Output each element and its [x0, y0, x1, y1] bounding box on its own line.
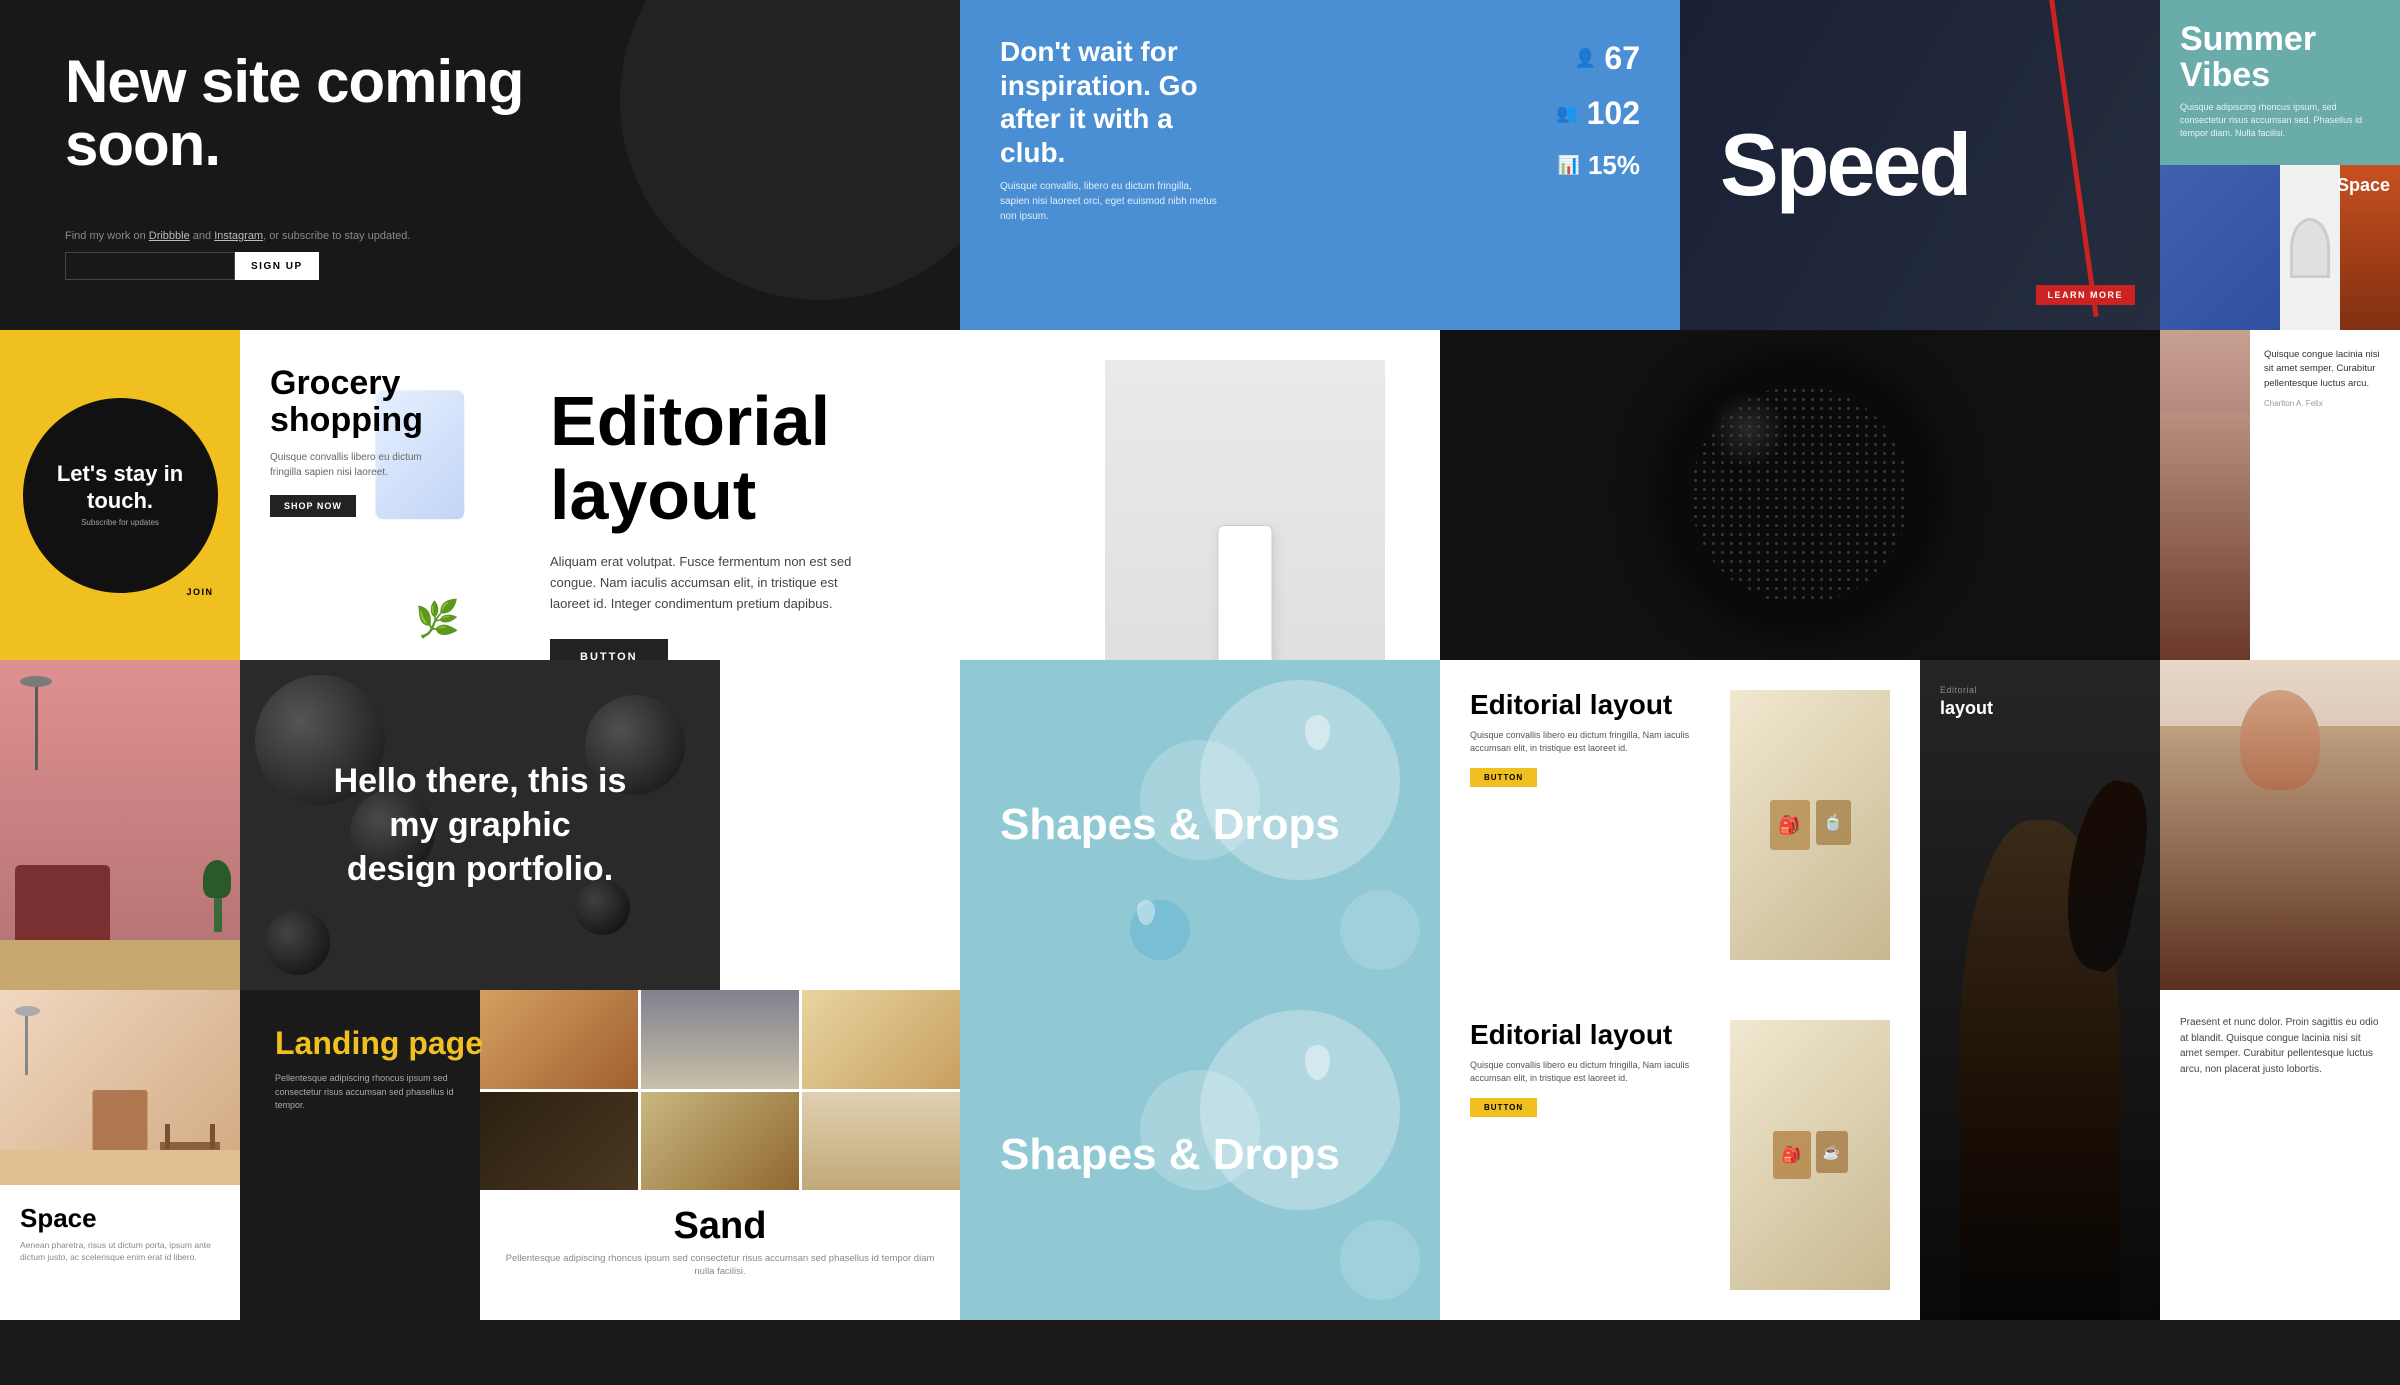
chart-icon: 📊 — [1558, 155, 1580, 176]
tile-space-rooms — [0, 660, 240, 990]
editorial-small-r4-heading: Editorial layout — [1470, 1020, 1715, 1051]
signup-button[interactable]: SIGN UP — [235, 252, 319, 280]
model-photo-big — [2160, 660, 2400, 990]
sand-photo-6 — [802, 1092, 960, 1191]
editorial-small-heading: Editorial layout — [1470, 690, 1715, 721]
stay-touch-heading: Let's stay in touch. — [43, 461, 198, 514]
person-icon: 👤 — [1574, 48, 1596, 69]
summer-vibes-body: Quisque adipiscing rhoncus ipsum, sed co… — [2180, 101, 2380, 139]
space-bottom-heading: Space — [20, 1203, 220, 1234]
shapes-drops-r4-heading: Shapes & Drops — [960, 1091, 1380, 1219]
bubble-small — [1340, 890, 1420, 970]
tile-model-dark: Editorial layout — [1920, 660, 2160, 1320]
model-quote-author: Charlton A. Felix — [2264, 399, 2386, 408]
find-text: Find my work on Dribbble and Instagram, … — [65, 230, 895, 242]
model-quote-area: Quisque congue lacinia nisi sit amet sem… — [2250, 330, 2400, 660]
editorial-small-r4-button[interactable]: BUTTON — [1470, 1098, 1537, 1117]
space-arch-label: Space — [2337, 175, 2390, 196]
tile-space-bottom-r4: Space Aenean pharetra, risus ut dictum p… — [0, 990, 240, 1320]
stat3: 15% — [1588, 150, 1640, 181]
pink-room-image — [0, 660, 240, 990]
tile-right-panel-r4: Praesent et nunc dolor. Proin sagittis e… — [2160, 990, 2400, 1320]
speaker-grill — [1670, 365, 1930, 625]
right-panel-body-text: Praesent et nunc dolor. Proin sagittis e… — [2180, 1015, 2380, 1077]
editorial-heading: Editorial layout — [550, 385, 910, 532]
tile-stay-touch: Let's stay in touch. Subscribe for updat… — [0, 330, 240, 660]
hello-there-heading: Hello there, this is my graphic design p… — [330, 759, 630, 892]
dont-wait-heading: Don't wait for inspiration. Go after it … — [1000, 35, 1240, 169]
tile-editorial-small-r4: Editorial layout Quisque convallis liber… — [1440, 990, 1920, 1320]
speed-heading: Speed — [1720, 114, 1969, 216]
landing-page-body: Pellentesque adipiscing rhoncus ipsum se… — [275, 1072, 455, 1113]
join-button[interactable]: JOIN — [174, 583, 225, 601]
instagram-link[interactable]: Instagram — [214, 230, 263, 242]
plant-emoji: 🌿 — [415, 598, 460, 640]
editorial-small-content: Editorial layout Quisque convallis liber… — [1470, 690, 1715, 960]
editorial-small-r4-body: Quisque convallis libero eu dictum fring… — [1470, 1059, 1715, 1086]
tile-new-site: New site coming soon. Find my work on Dr… — [0, 0, 960, 330]
tile-editorial-small-r3: Editorial layout Quisque convallis liber… — [1440, 660, 1920, 990]
grocery-button[interactable]: SHOP NOW — [270, 495, 356, 517]
grocery-heading: Grocery shopping — [270, 365, 450, 440]
group-icon: 👥 — [1556, 103, 1578, 124]
model-photo-area — [2160, 330, 2250, 660]
landing-page-heading: Landing page — [275, 1025, 685, 1062]
editorial-body: Aliquam erat volutpat. Fusce fermentum n… — [550, 552, 870, 614]
tile-right-panel-r3 — [2160, 660, 2400, 990]
sand-photo-3 — [802, 990, 960, 1089]
email-input[interactable] — [65, 252, 235, 280]
new-site-heading: New site coming soon. — [65, 50, 545, 176]
tile-speed: Speed LEARN MORE — [1680, 0, 2160, 330]
stat1: 67 — [1604, 40, 1640, 77]
tile-grocery: Grocery shopping Quisque convallis liber… — [240, 330, 480, 660]
sphere-3 — [265, 910, 330, 975]
shapes-drops-heading: Shapes & Drops — [960, 761, 1380, 889]
tile-right-panel-r1: Summer Vibes Quisque adipiscing rhoncus … — [2160, 0, 2400, 330]
dont-wait-body: Quisque convallis, libero eu dictum frin… — [1000, 179, 1220, 224]
tile-shapes-drops-r4: Shapes & Drops — [960, 990, 1440, 1320]
space-bottom-body: Aenean pharetra, risus ut dictum porta, … — [20, 1240, 220, 1264]
tile-model-quote: Quisque congue lacinia nisi sit amet sem… — [2160, 330, 2400, 660]
grocery-body: Quisque convallis libero eu dictum fring… — [270, 450, 450, 480]
dribbble-link[interactable]: Dribbble — [149, 230, 190, 242]
tile-landing-page: Landing page Pellentesque adipiscing rho… — [240, 990, 720, 1320]
stat2: 102 — [1587, 95, 1640, 132]
editorial-small-button[interactable]: BUTTON — [1470, 768, 1537, 787]
tile-dont-wait: Don't wait for inspiration. Go after it … — [960, 0, 1680, 330]
model-card-label: Editorial — [1940, 685, 2140, 695]
editorial-small-body: Quisque convallis libero eu dictum fring… — [1470, 729, 1715, 756]
tile-hello-there: Hello there, this is my graphic design p… — [240, 660, 720, 990]
tile-shapes-drops-r3: Shapes & Drops — [960, 660, 1440, 990]
editorial-small-r4-img: 🎒 ☕ — [1730, 1020, 1890, 1290]
stay-touch-body: Subscribe for updates — [81, 518, 159, 528]
summer-vibes-heading: Summer Vibes — [2180, 22, 2380, 93]
editorial-small-products: 🎒 🍵 — [1730, 690, 1890, 960]
model-card-heading: layout — [1940, 698, 2140, 720]
model-quote-text: Quisque congue lacinia nisi sit amet sem… — [2264, 348, 2386, 391]
learn-more-button[interactable]: LEARN MORE — [2036, 285, 2136, 305]
